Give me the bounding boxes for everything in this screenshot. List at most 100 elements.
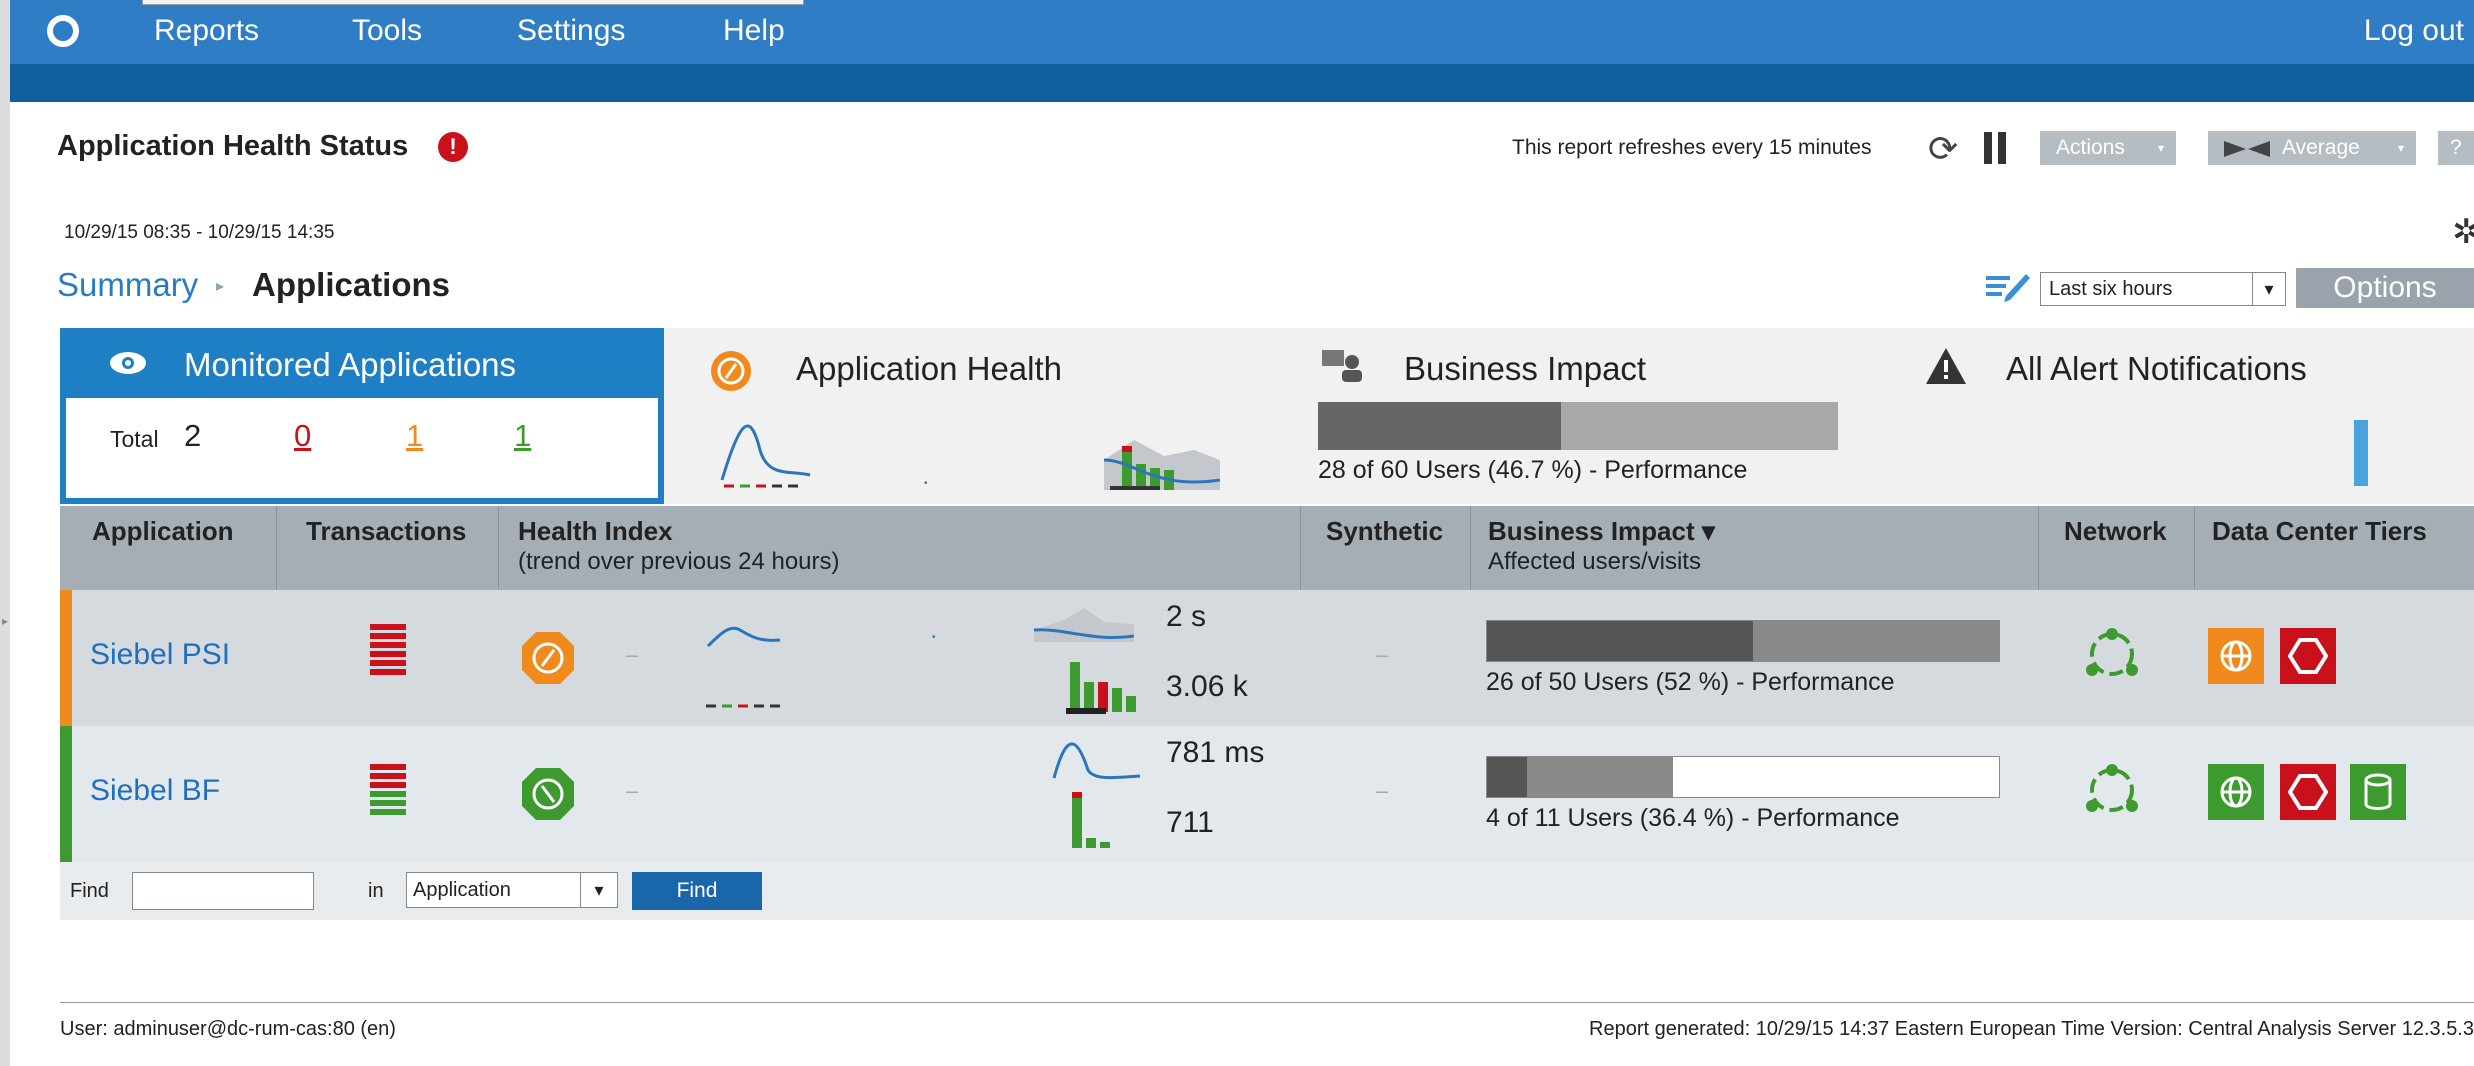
col-divider xyxy=(498,506,499,590)
time-range-value: Last six hours xyxy=(2049,278,2173,300)
refresh-icon[interactable]: ⟳ xyxy=(1928,128,1958,170)
response-time-sparkline xyxy=(1052,742,1141,780)
address-field-remnant xyxy=(142,0,804,5)
footer-report-info: Report generated: 10/29/15 14:37 Eastern… xyxy=(1589,1018,2474,1040)
average-button[interactable]: Average ▾ xyxy=(2208,131,2416,165)
refresh-info: This report refreshes every 15 minutes xyxy=(1512,136,1872,159)
find-field-select[interactable]: Application ▾ xyxy=(406,872,618,908)
transactions-stack-icon[interactable] xyxy=(370,624,406,684)
health-volume-sparkline xyxy=(1104,440,1220,490)
help-button[interactable]: ? xyxy=(2438,131,2474,165)
monitored-totals-panel: Total 2 0 1 1 xyxy=(66,398,658,498)
options-button[interactable]: Options xyxy=(2296,268,2474,308)
expand-arrow-icon[interactable]: ▸ xyxy=(2,614,8,628)
health-trend-sparkline xyxy=(706,626,781,708)
gear-icon[interactable]: ✲ xyxy=(2452,212,2474,252)
chevron-down-icon: ▾ xyxy=(2397,141,2404,155)
status-indicator xyxy=(60,590,72,726)
logout-link[interactable]: Log out xyxy=(2364,14,2464,48)
col-synthetic[interactable]: Synthetic xyxy=(1326,516,1443,547)
menu-settings[interactable]: Settings xyxy=(517,14,625,48)
app-logo-icon[interactable] xyxy=(46,14,80,48)
col-health-index-sub: (trend over previous 24 hours) xyxy=(518,548,840,575)
footer-divider xyxy=(60,1002,2474,1003)
pause-icon[interactable] xyxy=(1984,132,2006,164)
response-time-sparkline xyxy=(1034,608,1134,642)
sub-navigation-bar xyxy=(10,64,2474,102)
volume-sparkline xyxy=(1072,792,1110,848)
page-title: Application Health Status xyxy=(57,130,409,162)
health-gauge-icon[interactable] xyxy=(520,766,576,822)
col-business-impact-sub: Affected users/visits xyxy=(1488,548,1701,575)
actions-button[interactable]: Actions ▾ xyxy=(2040,131,2176,165)
total-count: 2 xyxy=(184,418,202,453)
chevron-down-icon[interactable]: ▾ xyxy=(580,873,617,907)
average-label: Average xyxy=(2282,136,2360,159)
alert-count-bar xyxy=(2354,420,2368,486)
tab-monitored-label: Monitored Applications xyxy=(184,346,517,383)
network-icon[interactable] xyxy=(2082,626,2142,682)
col-divider xyxy=(2038,506,2039,590)
synthetic-dash: – xyxy=(1376,778,1389,803)
menu-help[interactable]: Help xyxy=(723,14,785,48)
impact-bar xyxy=(1486,756,2000,798)
time-range-select[interactable]: Last six hours ▾ xyxy=(2040,272,2286,306)
health-gauge-icon xyxy=(711,351,751,391)
help-label: ? xyxy=(2450,136,2462,159)
business-impact-text: 28 of 60 Users (46.7 %) - Performance xyxy=(1318,456,1748,484)
menu-reports[interactable]: Reports xyxy=(154,14,259,48)
total-label: Total xyxy=(110,426,159,452)
col-network[interactable]: Network xyxy=(2064,516,2167,547)
edit-pen-icon[interactable] xyxy=(1984,268,2030,302)
find-in-label: in xyxy=(368,880,384,902)
col-health-index[interactable]: Health Index xyxy=(518,516,673,547)
health-gauge-icon[interactable] xyxy=(520,630,576,686)
actions-label: Actions xyxy=(2056,136,2125,159)
sparkline-dot: • xyxy=(932,632,936,643)
find-input[interactable] xyxy=(132,872,314,910)
ok-count-link[interactable]: 1 xyxy=(514,418,531,454)
business-impact-bar xyxy=(1318,402,1838,450)
impact-bar-fill xyxy=(1487,621,1754,661)
col-business-impact[interactable]: Business Impact ▾ xyxy=(1488,516,1715,547)
chevron-down-icon[interactable]: ▾ xyxy=(2252,273,2285,305)
volume-sparkline xyxy=(1066,662,1136,714)
volume-value: 3.06 k xyxy=(1166,670,1248,703)
users-icon xyxy=(1322,350,1362,382)
response-time-value: 2 s xyxy=(1166,600,1207,633)
app-name-link[interactable]: Siebel PSI xyxy=(90,638,230,672)
web-tier-globe-icon[interactable] xyxy=(2208,628,2264,684)
applications-table-header: Application Transactions Health Index (t… xyxy=(60,506,2474,590)
tab-application-health[interactable]: Application Health • xyxy=(664,328,1270,504)
warning-count-link[interactable]: 1 xyxy=(406,418,423,454)
tab-business-label: Business Impact xyxy=(1404,350,1647,387)
app-name-link[interactable]: Siebel BF xyxy=(90,774,220,808)
col-divider xyxy=(1300,506,1301,590)
col-application[interactable]: Application xyxy=(92,516,234,547)
impact-bar-fill xyxy=(1487,757,1674,797)
left-gutter: ▸ xyxy=(0,0,10,1066)
health-index-dash: – xyxy=(626,642,639,667)
find-field-value: Application xyxy=(413,879,511,901)
impact-text: 4 of 11 Users (36.4 %) - Performance xyxy=(1486,804,1900,832)
col-divider xyxy=(276,506,277,590)
critical-count-link[interactable]: 0 xyxy=(294,418,311,454)
database-tier-icon[interactable] xyxy=(2350,764,2406,820)
tab-all-alert-notifications[interactable]: All Alert Notifications xyxy=(1876,328,2474,504)
impact-text: 26 of 50 Users (52 %) - Performance xyxy=(1486,668,1895,696)
col-data-center-tiers[interactable]: Data Center Tiers xyxy=(2212,516,2427,547)
tab-monitored-applications[interactable]: Monitored Applications Total 2 0 1 1 xyxy=(60,328,664,504)
network-icon[interactable] xyxy=(2082,762,2142,818)
web-tier-globe-icon[interactable] xyxy=(2208,764,2264,820)
app-tier-hexagon-icon[interactable] xyxy=(2280,764,2336,820)
breadcrumb-summary[interactable]: Summary xyxy=(57,266,198,304)
alert-icon[interactable]: ! xyxy=(438,132,468,162)
tab-business-impact[interactable]: Business Impact 28 of 60 Users (46.7 %) … xyxy=(1270,328,1876,504)
app-tier-hexagon-icon[interactable] xyxy=(2280,628,2336,684)
menu-tools[interactable]: Tools xyxy=(352,14,422,48)
find-button[interactable]: Find xyxy=(632,872,762,910)
transactions-stack-icon[interactable] xyxy=(370,764,406,824)
col-transactions[interactable]: Transactions xyxy=(306,516,466,547)
health-index-dash: – xyxy=(626,778,639,803)
eye-icon xyxy=(110,352,146,374)
